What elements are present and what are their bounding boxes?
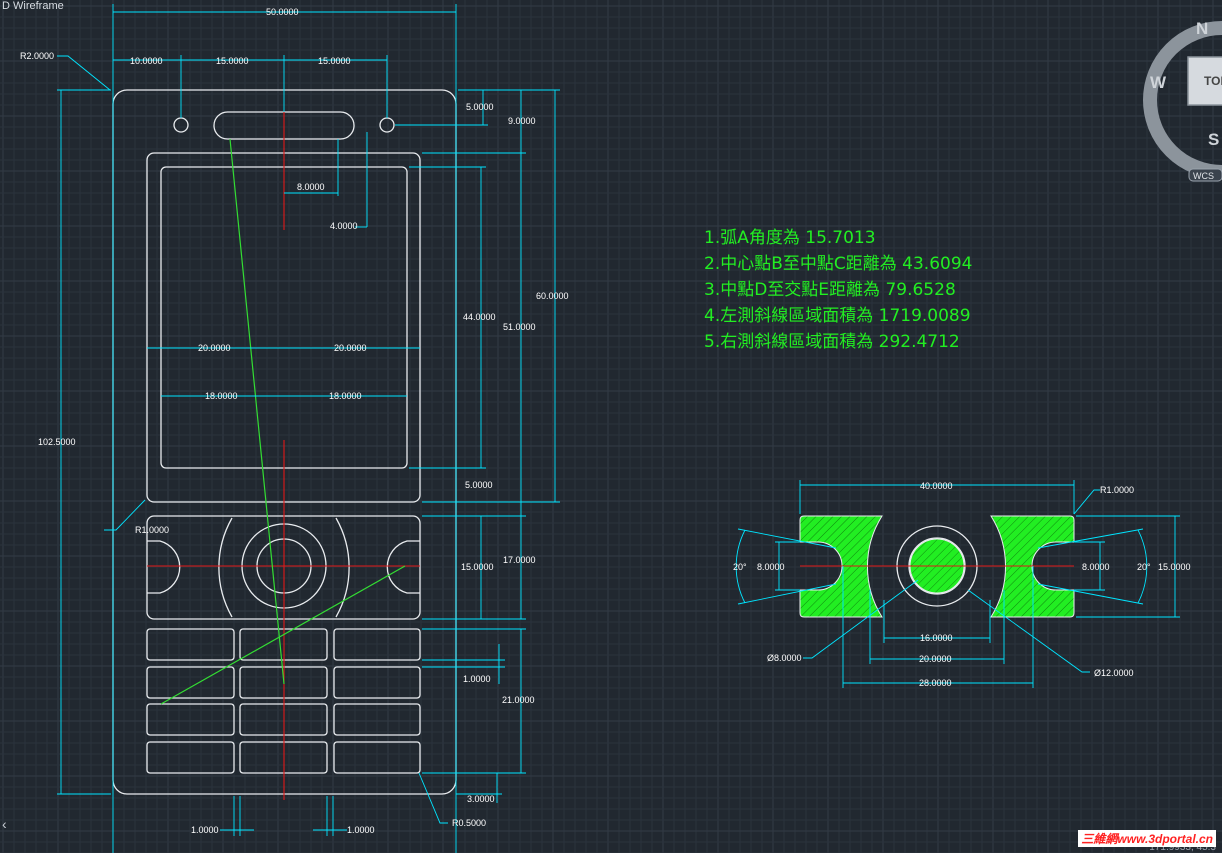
dim-w18b: 18.0000 — [329, 391, 362, 401]
dim-overall-width: 50.0000 — [266, 7, 299, 17]
result-1: 1.弧A角度為 15.7013 — [704, 228, 876, 248]
dim-h9: 9.0000 — [508, 116, 536, 126]
result-4: 4.左測斜線區域面積為 1719.0089 — [704, 306, 971, 326]
hole-left[interactable] — [173, 117, 189, 133]
dim-w15b: 15.0000 — [318, 56, 351, 66]
dim-w20b: 20.0000 — [334, 343, 367, 353]
viewcube-top-label: TOP — [1204, 74, 1222, 88]
detail-dim-w20: 20.0000 — [919, 654, 952, 664]
viewport-label[interactable]: D Wireframe — [2, 0, 64, 12]
detail-dim-a20l: 20° — [733, 562, 747, 572]
dim-h3: 3.0000 — [467, 794, 495, 804]
compass-north[interactable]: N — [1196, 19, 1208, 38]
dim-r05: R0.5000 — [452, 818, 486, 828]
detail-dim-w28: 28.0000 — [919, 678, 952, 688]
result-3: 3.中點D至交點E距離為 79.6528 — [704, 280, 956, 300]
dim-h51: 51.0000 — [503, 322, 536, 332]
dim-h21: 21.0000 — [502, 695, 535, 705]
construction-line-a[interactable] — [229, 138, 285, 685]
collapse-arrow-icon[interactable]: ‹ — [2, 816, 7, 832]
results-notes[interactable]: 1.弧A角度為 15.7013 2.中心點B至中點C距離為 43.6094 3.… — [704, 228, 972, 352]
model-space-canvas[interactable]: 50.0000 10.0000 15.0000 15.0000 R2.0000 … — [0, 0, 1222, 853]
dim-h1: 1.0000 — [463, 674, 491, 684]
result-2: 2.中心點B至中點C距離為 43.6094 — [704, 254, 972, 274]
dim-h4: 4.0000 — [330, 221, 358, 231]
dim-h5b: 5.0000 — [465, 480, 493, 490]
compass-south[interactable]: S — [1208, 130, 1219, 149]
detail-dim-a20r: 20° — [1137, 562, 1151, 572]
detail-dim-dia8: Ø8.0000 — [767, 653, 802, 663]
result-5: 5.右測斜線區域面積為 292.4712 — [704, 332, 960, 352]
dim-h44: 44.0000 — [463, 312, 496, 322]
dim-b1b: 1.0000 — [347, 825, 375, 835]
detail-dim-w16: 16.0000 — [920, 633, 953, 643]
drawing-grid — [0, 0, 1222, 853]
dim-h17: 17.0000 — [503, 555, 536, 565]
watermark: 三維網www.3dportal.cn — [1078, 830, 1216, 847]
compass-west[interactable]: W — [1150, 73, 1167, 92]
construction-line-b[interactable] — [160, 565, 406, 705]
dim-w18a: 18.0000 — [205, 391, 238, 401]
hole-right[interactable] — [379, 117, 395, 133]
detail-dim-h8r: 8.0000 — [1082, 562, 1110, 572]
dim-h5: 5.0000 — [466, 102, 494, 112]
dim-h60: 60.0000 — [536, 291, 569, 301]
viewcube[interactable]: TOP N W S WCS — [1143, 19, 1222, 182]
dim-h8: 8.0000 — [297, 182, 325, 192]
detail-dim-r1: R1.0000 — [1100, 485, 1134, 495]
phone-drawing[interactable] — [112, 89, 457, 800]
dim-w10: 10.0000 — [130, 56, 163, 66]
detail-dim-h8l: 8.0000 — [757, 562, 785, 572]
dim-b1a: 1.0000 — [191, 825, 219, 835]
dim-w15a: 15.0000 — [216, 56, 249, 66]
detail-drawing[interactable]: 40.0000 R1.0000 20° 8.0000 20° 8.0000 15… — [733, 480, 1191, 688]
dim-w20a: 20.0000 — [198, 343, 231, 353]
ucs-label: WCS — [1193, 171, 1214, 181]
detail-dim-w40: 40.0000 — [920, 481, 953, 491]
dim-h1025: 102.5000 — [38, 437, 76, 447]
detail-dim-dia12: Ø12.0000 — [1094, 668, 1134, 678]
dim-r1: R1.0000 — [135, 525, 169, 535]
dim-h15: 15.0000 — [461, 562, 494, 572]
dim-r2: R2.0000 — [20, 51, 54, 61]
detail-dim-h15: 15.0000 — [1158, 562, 1191, 572]
